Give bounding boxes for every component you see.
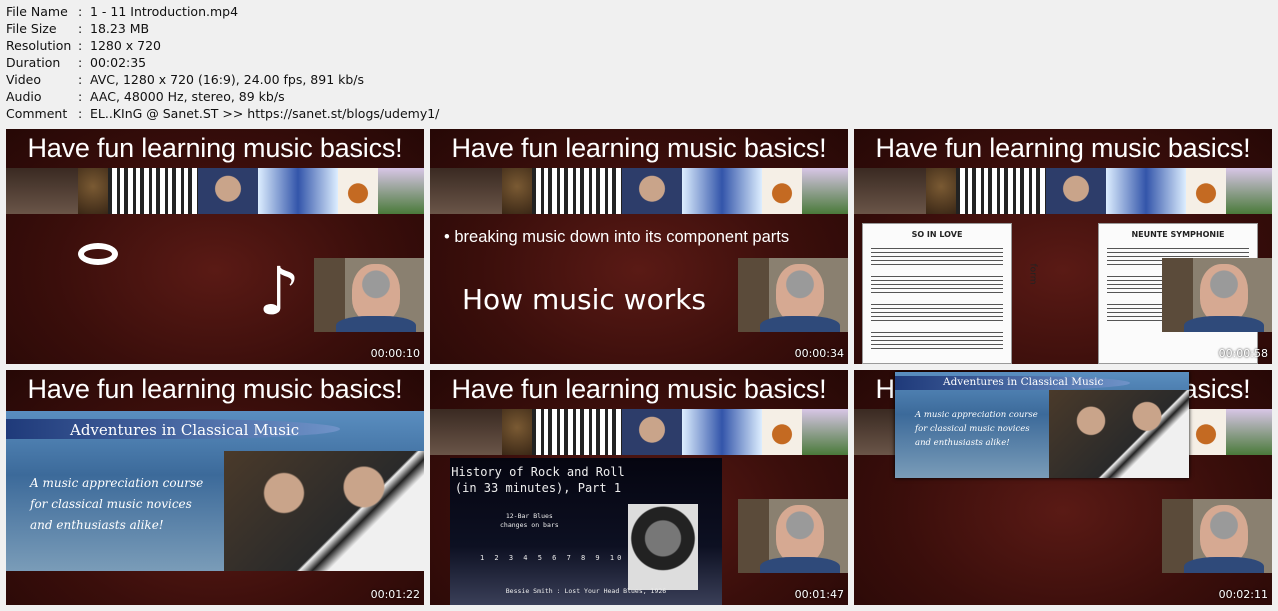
music-banner <box>430 168 848 214</box>
meta-value: 00:02:35 <box>90 55 147 70</box>
thumbnail-6[interactable]: Have fun learning music basics! Adventur… <box>854 370 1272 605</box>
adventures-title: Adventures in Classical Music <box>943 376 1104 388</box>
sheet-music-left: SO IN LOVE <box>862 223 1012 364</box>
composers-image <box>1049 390 1189 478</box>
singer-photo <box>628 504 698 590</box>
composers-image <box>224 451 424 571</box>
music-banner <box>854 168 1272 214</box>
thumbnail-1[interactable]: Have fun learning music basics! ♪ 00:00:… <box>6 129 424 364</box>
meta-value: 1280 x 720 <box>90 38 162 53</box>
meta-row-resolution: Resolution:1280 x 720 <box>6 38 162 53</box>
meta-value: AVC, 1280 x 720 (16:9), 24.00 fps, 891 k… <box>90 72 365 87</box>
meta-key: Audio <box>6 89 42 104</box>
meta-value: 1 - 11 Introduction.mp4 <box>90 4 239 19</box>
rock-credit: Bessie Smith : Lost Your Head Blues, 192… <box>505 587 667 595</box>
adventures-body: A music appreciation course for classica… <box>915 410 1038 448</box>
timestamp: 00:00:58 <box>1218 347 1268 360</box>
meta-key: File Name <box>6 4 68 19</box>
meta-key: Video <box>6 72 42 87</box>
slide-title: Have fun learning music basics! <box>451 133 827 163</box>
eighth-note-icon: ♪ <box>258 253 301 330</box>
meta-value: EL..KInG @ Sanet.ST >> https://sanet.st/… <box>90 106 440 121</box>
slide-title: Have fun learning music basics! <box>875 133 1251 163</box>
headline: How music works <box>462 283 707 316</box>
adventures-title: Adventures in Classical Music <box>70 421 300 439</box>
thumbnail-5[interactable]: Have fun learning music basics! History … <box>430 370 848 605</box>
meta-row-audio: Audio: AAC, 48000 Hz, stereo, 89 kb/s <box>6 89 285 104</box>
score-title: NEUNTE SYMPHONIE <box>1131 230 1225 239</box>
slide-title: Have fun learning music basics! <box>27 133 403 163</box>
adventures-slide-overlay: Adventures in Classical Music A music ap… <box>895 372 1189 478</box>
slide-title: Have fun learning music basics! <box>451 374 827 404</box>
thumbnail-3[interactable]: Have fun learning music basics! SO IN LO… <box>854 129 1272 364</box>
meta-key: Resolution <box>6 38 72 53</box>
rock-title: History of Rock and Roll (in 33 minutes)… <box>451 465 625 495</box>
whole-note-icon <box>78 243 118 265</box>
meta-row-duration: Duration:00:02:35 <box>6 55 147 70</box>
meta-key: Duration <box>6 55 61 70</box>
timestamp: 00:01:22 <box>370 588 420 601</box>
bullet-text: • breaking music down into its component… <box>444 228 790 246</box>
meta-row-file-name: File Name:1 - 11 Introduction.mp4 <box>6 4 239 19</box>
adventures-body: A music appreciation course for classica… <box>30 476 204 532</box>
meta-value: AAC, 48000 Hz, stereo, 89 kb/s <box>90 89 285 104</box>
meta-row-file-size: File Size:18.23 MB <box>6 21 150 36</box>
form-label: form <box>1027 263 1038 285</box>
timestamp: 00:00:10 <box>370 347 420 360</box>
instructor-webcam <box>738 499 848 573</box>
timestamp: 00:02:11 <box>1218 588 1268 601</box>
meta-key: Comment <box>6 106 68 121</box>
timestamp: 00:00:34 <box>794 347 844 360</box>
thumbnail-2[interactable]: Have fun learning music basics! • breaki… <box>430 129 848 364</box>
file-info: File Name:1 - 11 Introduction.mp4 File S… <box>6 3 439 122</box>
music-banner <box>430 409 848 455</box>
meta-row-video: Video: AVC, 1280 x 720 (16:9), 24.00 fps,… <box>6 72 365 87</box>
thumbnail-4[interactable]: Have fun learning music basics! Adventur… <box>6 370 424 605</box>
rock-subtitle: 12-Bar Blues changes on bars <box>500 512 559 529</box>
instructor-webcam <box>1162 499 1272 573</box>
score-title: SO IN LOVE <box>911 230 963 239</box>
meta-row-comment: Comment: EL..KInG @ Sanet.ST >> https://s… <box>6 106 440 121</box>
slide-title: Have fun learning music basics! <box>27 374 403 404</box>
timestamp: 00:01:47 <box>794 588 844 601</box>
thumbnail-grid: Have fun learning music basics! ♪ 00:00:… <box>6 129 1272 605</box>
instructor-webcam <box>314 258 424 332</box>
instructor-webcam <box>1162 258 1272 332</box>
instructor-webcam <box>738 258 848 332</box>
rock-history-slide: History of Rock and Roll (in 33 minutes)… <box>450 458 722 605</box>
meta-key: File Size <box>6 21 57 36</box>
music-banner <box>6 168 424 214</box>
meta-value: 18.23 MB <box>90 21 150 36</box>
adventures-slide: Adventures in Classical Music A music ap… <box>6 411 424 571</box>
